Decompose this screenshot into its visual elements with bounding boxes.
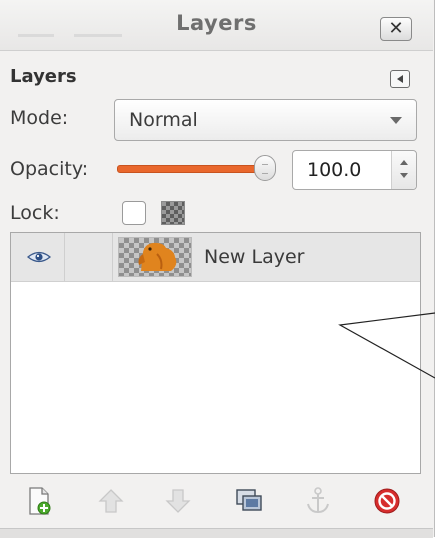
new-layer-icon	[29, 487, 51, 515]
duplicate-layer-button[interactable]	[234, 486, 264, 516]
decrement-icon[interactable]	[400, 173, 408, 178]
delete-layer-icon	[374, 488, 400, 514]
layer-name[interactable]: New Layer	[204, 246, 304, 268]
lock-alpha-icon[interactable]	[161, 201, 185, 225]
lock-label: Lock:	[10, 202, 60, 224]
close-icon: ✕	[388, 18, 404, 39]
opacity-spinbutton[interactable]: 100.0	[292, 150, 417, 190]
delete-layer-button[interactable]	[372, 486, 402, 516]
close-button[interactable]: ✕	[380, 17, 412, 41]
window-title: Layers	[176, 11, 257, 35]
lower-layer-icon	[165, 489, 191, 513]
visibility-toggle[interactable]	[11, 233, 65, 281]
layers-dialog: Layers ✕ Layers Mode: Normal Opacity: 10…	[0, 0, 435, 538]
anchor-layer-button[interactable]	[303, 486, 333, 516]
layer-thumbnail	[118, 237, 192, 277]
layer-row[interactable]: New Layer	[11, 233, 420, 282]
title-bar[interactable]: Layers ✕	[0, 0, 433, 51]
mode-value: Normal	[129, 109, 198, 131]
layer-thumbnail-image	[138, 242, 177, 271]
opacity-value: 100.0	[307, 159, 362, 181]
eye-icon	[27, 251, 51, 263]
dock-tab-title: Layers	[10, 66, 77, 87]
mode-select[interactable]: Normal	[114, 99, 417, 141]
tab-menu-button[interactable]	[390, 70, 410, 88]
layers-toolbar	[0, 476, 433, 528]
lower-layer-button[interactable]	[163, 486, 193, 516]
layers-list[interactable]: New Layer	[10, 232, 421, 474]
tab-menu-icon	[397, 75, 403, 83]
anchor-layer-icon	[307, 487, 329, 514]
duplicate-layer-icon	[236, 489, 262, 511]
raise-layer-button[interactable]	[96, 486, 126, 516]
mode-label: Mode:	[10, 107, 69, 129]
opacity-slider-handle[interactable]	[254, 155, 276, 181]
increment-icon[interactable]	[400, 160, 408, 165]
new-layer-button[interactable]	[24, 486, 54, 516]
chain-toggle[interactable]	[65, 233, 113, 281]
opacity-stepper[interactable]	[391, 151, 416, 189]
opacity-label: Opacity:	[10, 158, 89, 180]
chevron-down-icon	[390, 117, 402, 124]
lock-pixels-checkbox[interactable]	[122, 201, 146, 225]
opacity-slider-track[interactable]	[117, 165, 267, 173]
raise-layer-icon	[98, 489, 124, 513]
